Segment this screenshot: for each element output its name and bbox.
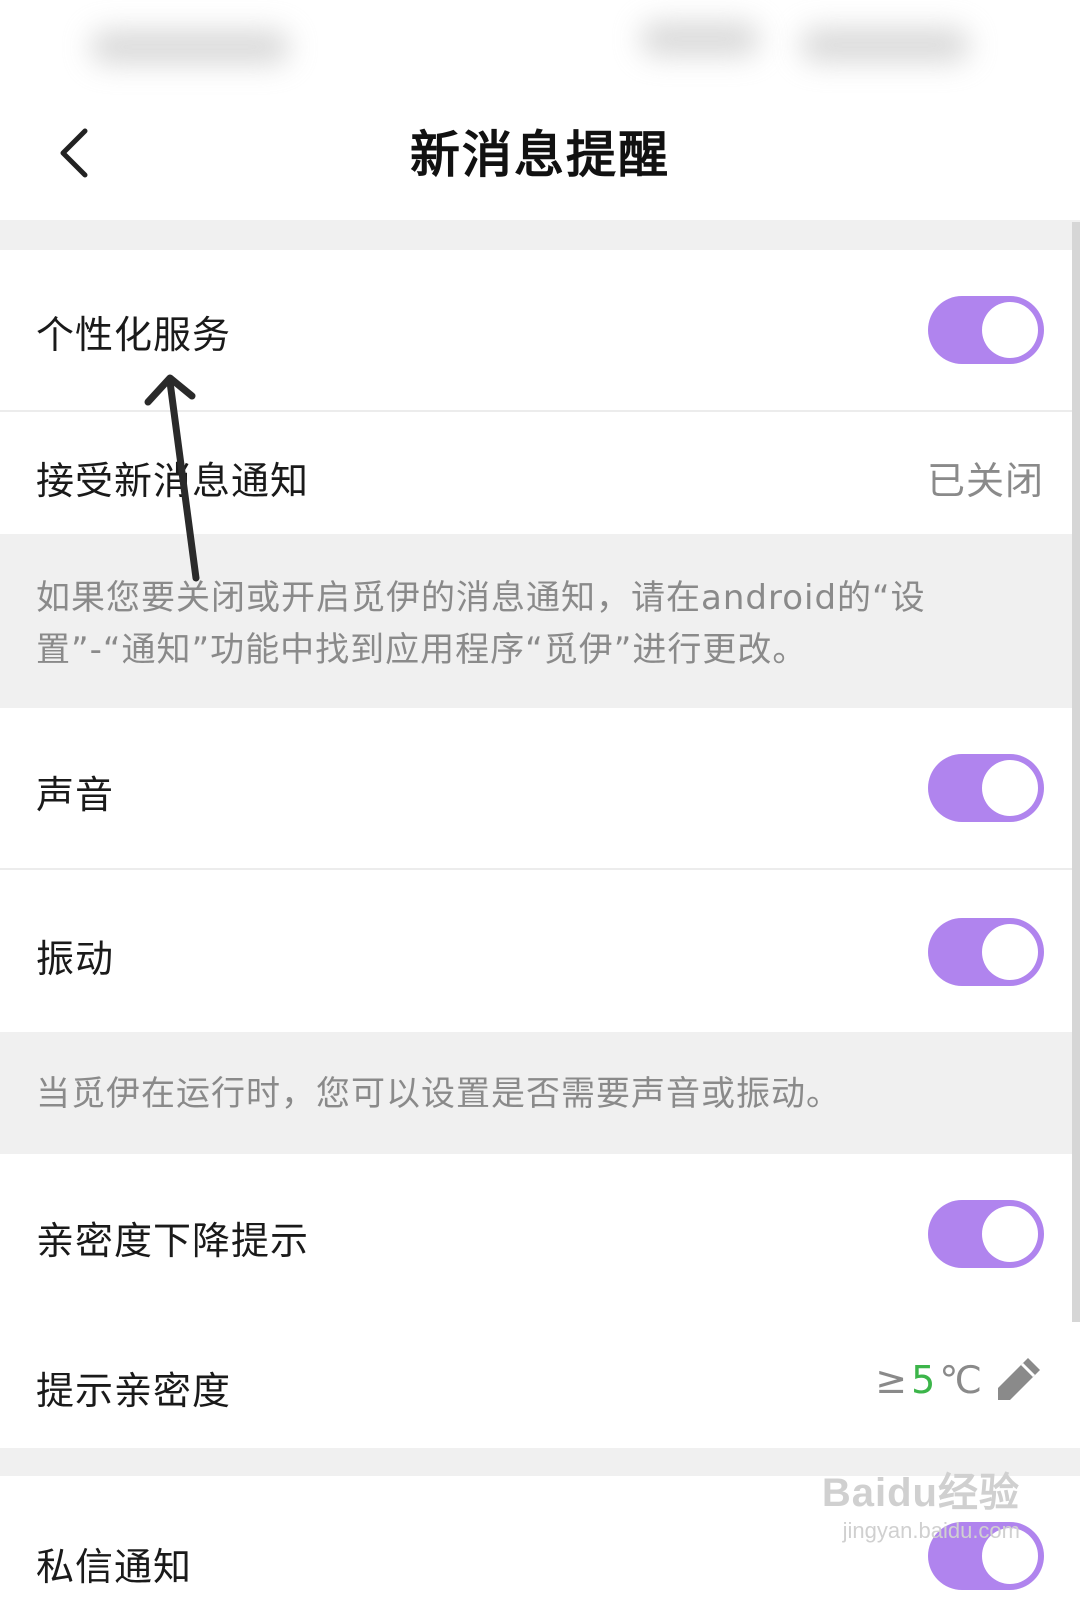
setting-label: 声音 — [36, 773, 115, 817]
setting-label: 振动 — [36, 937, 115, 981]
pencil-icon — [998, 1358, 1040, 1400]
notification-status: 已关闭 — [926, 459, 1044, 503]
app-header: 新消息提醒 — [0, 100, 1080, 220]
edit-threshold-button[interactable] — [992, 1354, 1044, 1406]
setting-vibration[interactable]: 振动 — [0, 870, 1080, 1032]
runtime-note: 当觅伊在运行时，您可以设置是否需要声音或振动。 — [0, 1032, 1080, 1154]
intimacy-threshold-value: ≥ 5 ℃ — [875, 1354, 1044, 1406]
section-gap — [0, 220, 1080, 250]
threshold-number: 5 — [911, 1358, 936, 1402]
intimacy-drop-toggle[interactable] — [928, 1200, 1044, 1268]
toggle-knob — [982, 760, 1038, 816]
watermark-logo: Baidu经验 — [821, 1471, 1020, 1515]
watermark: Baidu经验 jingyan.baidu.com — [822, 1460, 1020, 1544]
threshold-prefix: ≥ — [875, 1358, 908, 1402]
setting-intimacy-threshold[interactable]: 提示亲密度 ≥ 5 ℃ — [0, 1314, 1080, 1448]
sound-toggle[interactable] — [928, 754, 1044, 822]
watermark-url: jingyan.baidu.com — [842, 1518, 1020, 1543]
threshold-unit: ℃ — [939, 1358, 982, 1402]
setting-sound[interactable]: 声音 — [0, 708, 1080, 868]
scrollbar[interactable] — [1072, 222, 1080, 1322]
annotation-arrow-icon — [144, 374, 200, 582]
notification-note-text: 如果您要关闭或开启觅伊的消息通知，请在android的“设置”-“通知”功能中找… — [36, 578, 926, 670]
setting-label: 提示亲密度 — [36, 1369, 232, 1413]
page-title: 新消息提醒 — [410, 126, 670, 184]
runtime-note-text: 当觅伊在运行时，您可以设置是否需要声音或振动。 — [36, 1074, 841, 1114]
setting-label: 私信通知 — [36, 1545, 193, 1589]
setting-label: 亲密度下降提示 — [36, 1219, 310, 1263]
setting-intimacy-drop[interactable]: 亲密度下降提示 — [0, 1154, 1080, 1314]
vibration-toggle[interactable] — [928, 918, 1044, 986]
personalized-service-toggle[interactable] — [928, 296, 1044, 364]
setting-label: 个性化服务 — [36, 313, 232, 357]
toggle-knob — [982, 924, 1038, 980]
status-bar — [0, 0, 1080, 110]
toggle-knob — [982, 302, 1038, 358]
toggle-knob — [982, 1206, 1038, 1262]
